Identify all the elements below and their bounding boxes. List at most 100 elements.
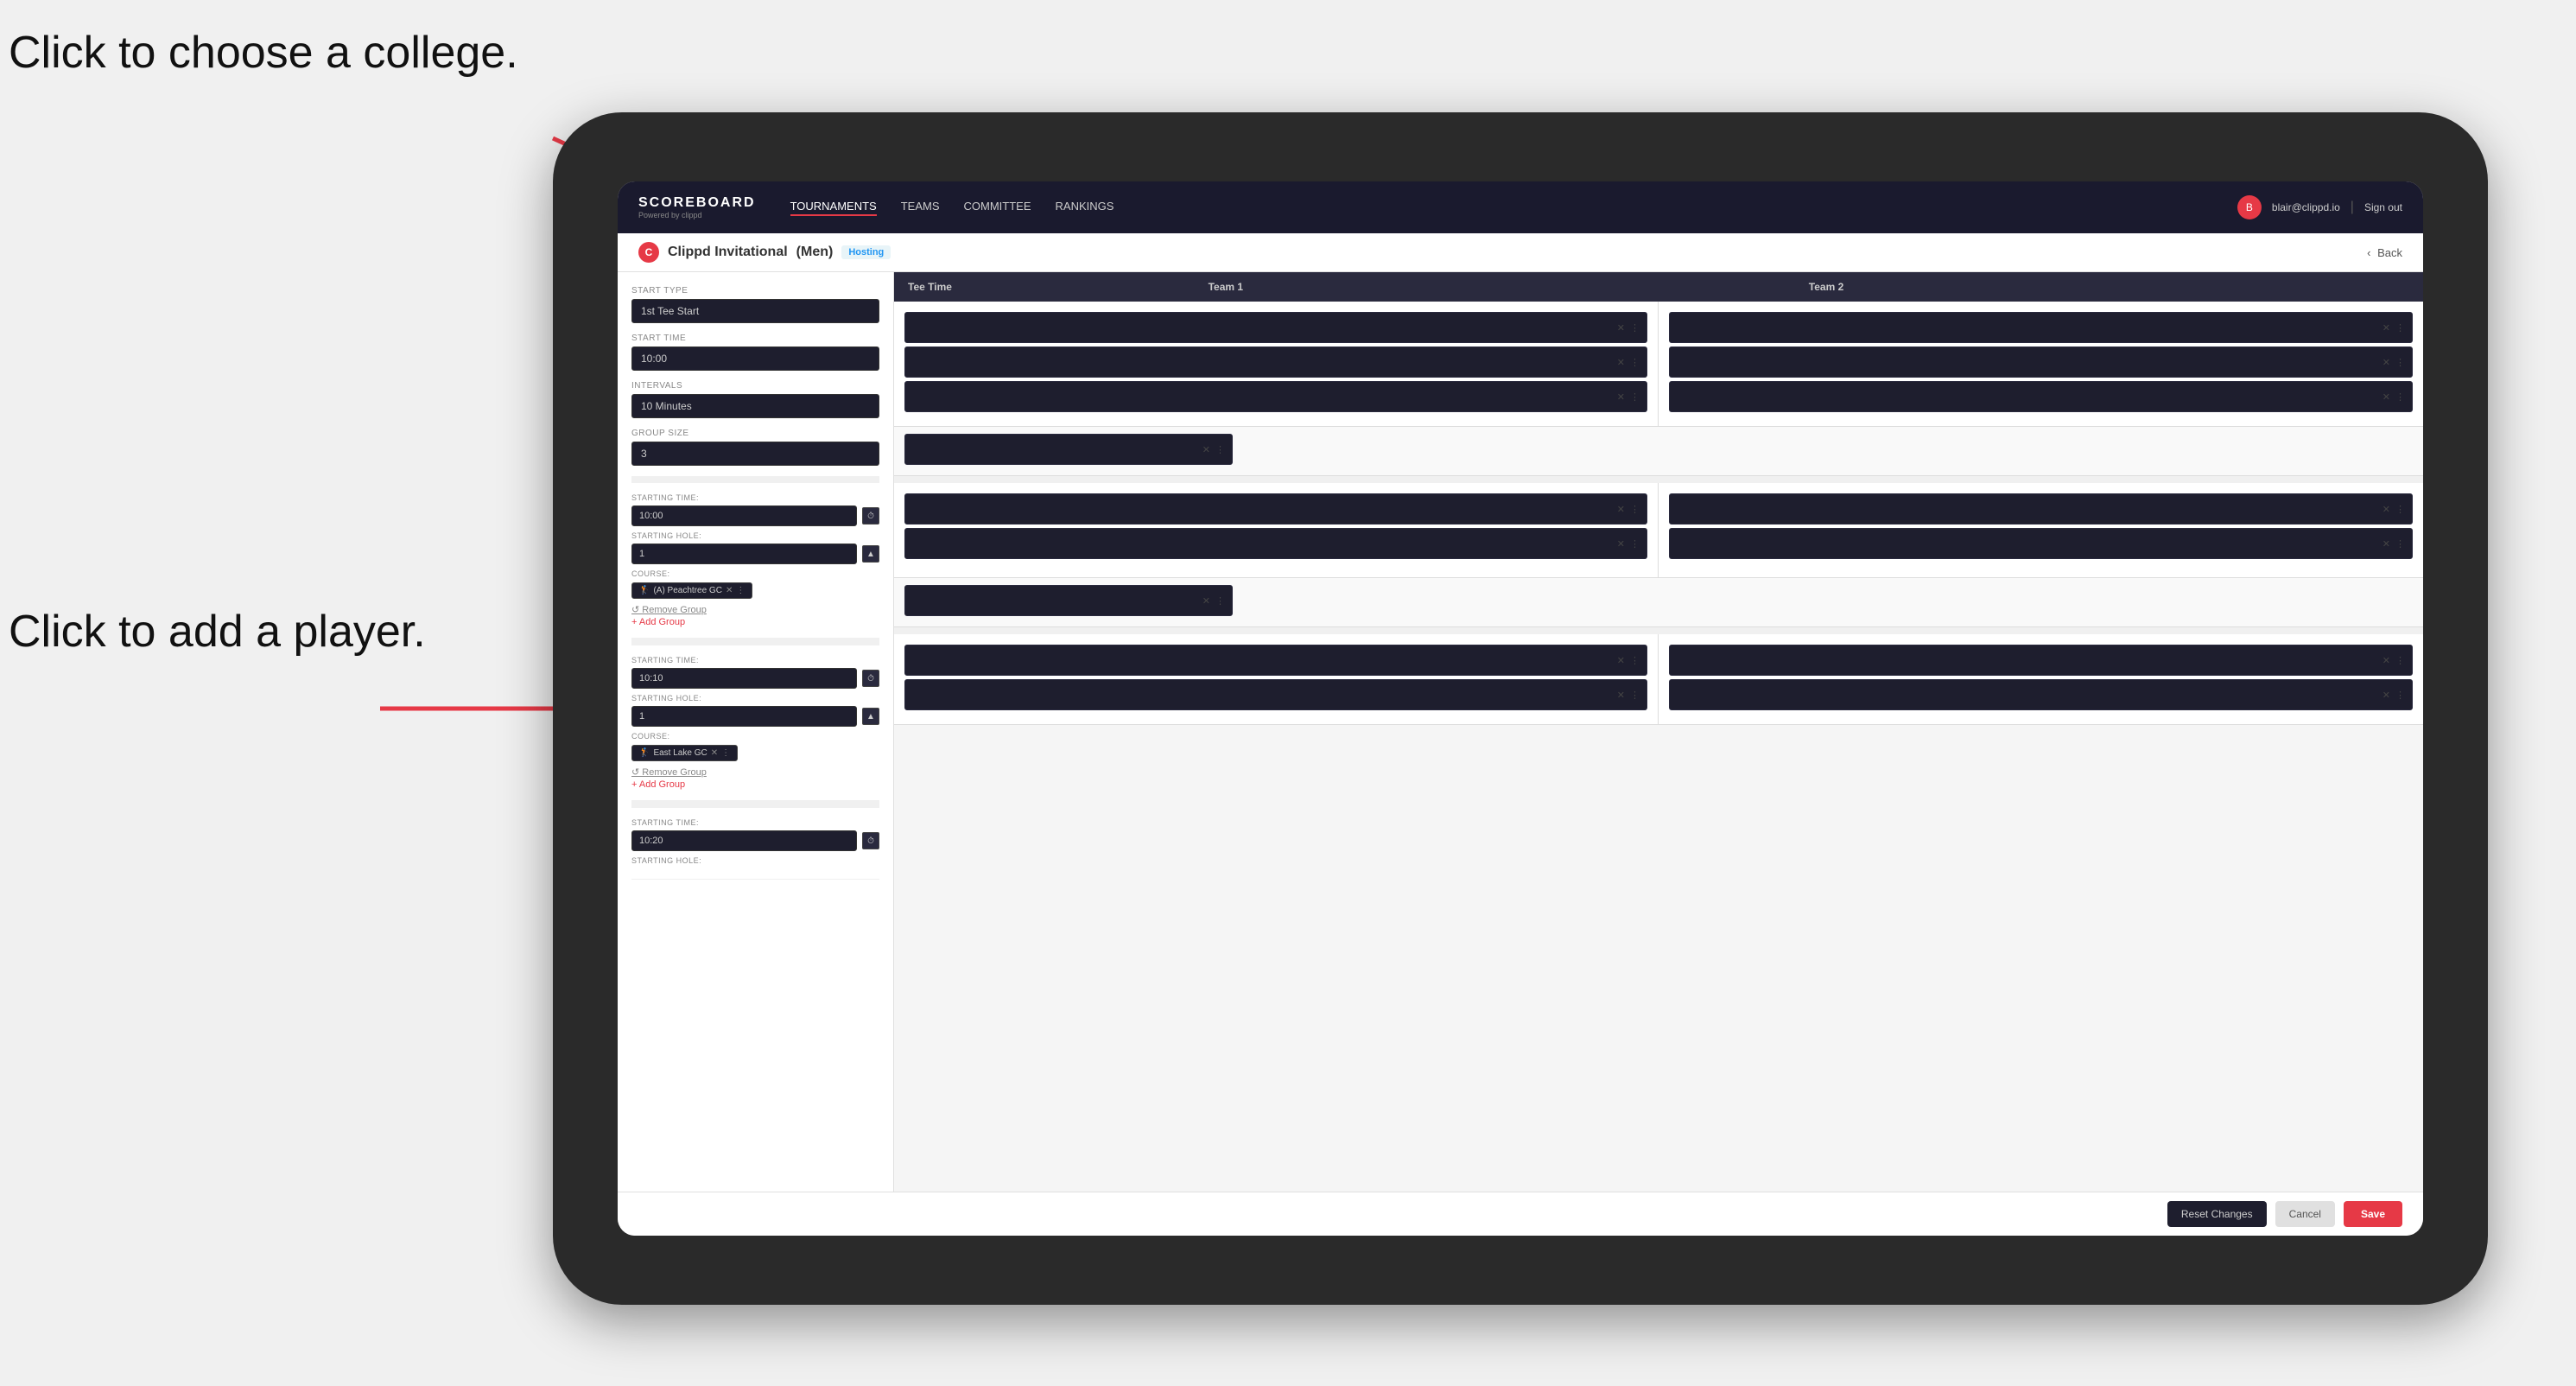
remove-group-btn-1[interactable]: ↺ Remove Group (631, 604, 707, 615)
player-slot-t2r3s2[interactable]: ✕ ⋮ (1669, 679, 2413, 710)
nav-tournaments[interactable]: TOURNAMENTS (790, 200, 877, 216)
hole-spin-up-1[interactable]: ▲ (862, 545, 879, 563)
player-slot-t2r1s1[interactable]: ✕ ⋮ (1669, 312, 2413, 343)
slot-x-icon-t2-1[interactable]: ✕ (2382, 322, 2390, 334)
tournament-name: Clippd Invitational (668, 245, 788, 260)
player-slot-t1r2s2[interactable]: ✕ ⋮ (904, 528, 1647, 559)
cancel-button[interactable]: Cancel (2275, 1201, 2335, 1227)
remove-group-btn-2[interactable]: ↺ Remove Group (631, 766, 707, 778)
starting-time-input-2[interactable] (631, 668, 857, 689)
player-slot-t2r2s2[interactable]: ✕ ⋮ (1669, 528, 2413, 559)
nav-teams[interactable]: TEAMS (901, 200, 940, 216)
col-team1: Team 1 (1209, 281, 1809, 293)
tablet-screen: SCOREBOARD Powered by clippd TOURNAMENTS… (618, 181, 2423, 1236)
intervals-label: Intervals (631, 381, 879, 391)
player-slot-t1r1s1[interactable]: ✕ ⋮ (904, 312, 1647, 343)
player-slot-t1r2s1[interactable]: ✕ ⋮ (904, 493, 1647, 525)
player-slot-t1r3s2[interactable]: ✕ ⋮ (904, 679, 1647, 710)
slot-x-t2r2-2[interactable]: ✕ (2382, 538, 2390, 550)
save-button[interactable]: Save (2344, 1201, 2402, 1227)
slot-x-t2r3-2[interactable]: ✕ (2382, 690, 2390, 701)
player-slot-t2r2s1[interactable]: ✕ ⋮ (1669, 493, 2413, 525)
back-button[interactable]: ‹ Back (2367, 246, 2402, 259)
starting-time-input-1[interactable] (631, 505, 857, 526)
slot-x-t2r3-1[interactable]: ✕ (2382, 655, 2390, 666)
slot-dots-r3-1[interactable]: ⋮ (1630, 655, 1640, 666)
slot-dots-icon-t2-3[interactable]: ⋮ (2395, 391, 2405, 403)
group-size-label: Group Size (631, 429, 879, 438)
course-slot-dots-1[interactable]: ⋮ (1215, 444, 1225, 455)
intervals-select[interactable]: 10 Minutes (631, 394, 879, 418)
course-slot-x-2[interactable]: ✕ (1202, 595, 1210, 607)
course-tag-2[interactable]: 🏌 East Lake GC ✕ ⋮ (631, 745, 738, 761)
slot-dots-icon-t2-1[interactable]: ⋮ (2395, 322, 2405, 334)
group-size-input[interactable] (631, 442, 879, 466)
slot-x-r3-2[interactable]: ✕ (1617, 690, 1625, 701)
slot-x-r2-1[interactable]: ✕ (1617, 504, 1625, 515)
slot-x-r2-2[interactable]: ✕ (1617, 538, 1625, 550)
slot-dots-icon-2[interactable]: ⋮ (1630, 357, 1640, 368)
player-slot-t1r1s2[interactable]: ✕ ⋮ (904, 346, 1647, 378)
reset-changes-button[interactable]: Reset Changes (2167, 1201, 2267, 1227)
time-spin-btn-3[interactable]: ⏱ (862, 832, 879, 849)
player-slot-t1r1s3[interactable]: ✕ ⋮ (904, 381, 1647, 412)
slot-x-icon-t2-2[interactable]: ✕ (2382, 357, 2390, 368)
start-type-select[interactable]: 1st Tee Start (631, 299, 879, 323)
starting-hole-input-2[interactable] (631, 706, 857, 727)
slot-dots-r3-2[interactable]: ⋮ (1630, 690, 1640, 701)
course-tag-1[interactable]: 🏌 (A) Peachtree GC ✕ ⋮ (631, 582, 752, 599)
slot-dots-r2-2[interactable]: ⋮ (1630, 538, 1640, 550)
slot-dots-t2r3-1[interactable]: ⋮ (2395, 655, 2405, 666)
course-slot-2[interactable]: ✕ ⋮ (904, 585, 1233, 616)
slot-dots-icon-3[interactable]: ⋮ (1630, 391, 1640, 403)
slot-x-icon-2[interactable]: ✕ (1617, 357, 1625, 368)
course-slot-1[interactable]: ✕ ⋮ (904, 434, 1233, 465)
slot-dots-icon[interactable]: ⋮ (1630, 322, 1640, 334)
starting-hole-label-2: STARTING HOLE: (631, 694, 879, 703)
slot-x-t2r2-1[interactable]: ✕ (2382, 504, 2390, 515)
slot-dots-t2r3-2[interactable]: ⋮ (2395, 690, 2405, 701)
player-slot-t2r3s1[interactable]: ✕ ⋮ (1669, 645, 2413, 676)
user-avatar: B (2237, 195, 2262, 219)
slot-x-icon-t2-3[interactable]: ✕ (2382, 391, 2390, 403)
course-slot-x-1[interactable]: ✕ (1202, 444, 1210, 455)
slot-dots-r2-1[interactable]: ⋮ (1630, 504, 1640, 515)
time-spin-btn-1[interactable]: ⏱ (862, 507, 879, 525)
course-tag-edit-1[interactable]: ⋮ (736, 586, 745, 595)
add-group-btn-1[interactable]: + Add Group (631, 617, 685, 627)
slot-x-r3-1[interactable]: ✕ (1617, 655, 1625, 666)
schedule-header: Tee Time Team 1 Team 2 (894, 272, 2423, 302)
slot-x-icon[interactable]: ✕ (1617, 322, 1625, 334)
hole-spin-up-2[interactable]: ▲ (862, 708, 879, 725)
slot-dots-t2r2-2[interactable]: ⋮ (2395, 538, 2405, 550)
course-tag-remove-2[interactable]: ✕ (711, 748, 718, 758)
nav-rankings[interactable]: RANKINGS (1056, 200, 1114, 216)
start-type-field: Start Type 1st Tee Start (631, 286, 879, 323)
slot-x-icon-3[interactable]: ✕ (1617, 391, 1625, 403)
sub-header: C Clippd Invitational (Men) Hosting ‹ Ba… (618, 233, 2423, 272)
slot-dots-icon-t2-2[interactable]: ⋮ (2395, 357, 2405, 368)
add-group-btn-2[interactable]: + Add Group (631, 779, 685, 790)
course-label-1: COURSE: (631, 569, 879, 578)
player-slot-t2r1s3[interactable]: ✕ ⋮ (1669, 381, 2413, 412)
annotation-add-player: Click to add a player. (9, 605, 426, 658)
starting-time-input-3[interactable] (631, 830, 857, 851)
course-tag-name-2: East Lake GC (653, 748, 707, 758)
start-time-input[interactable] (631, 346, 879, 371)
course-tag-edit-2[interactable]: ⋮ (721, 748, 730, 758)
tablet-frame: SCOREBOARD Powered by clippd TOURNAMENTS… (553, 112, 2488, 1305)
course-slot-dots-2[interactable]: ⋮ (1215, 595, 1225, 607)
player-slot-t1r3s1[interactable]: ✕ ⋮ (904, 645, 1647, 676)
group-1-section: STARTING TIME: ⏱ STARTING HOLE: ▲ COURSE… (631, 483, 879, 639)
sign-out-link[interactable]: Sign out (2364, 201, 2402, 213)
slot-dots-t2r2-1[interactable]: ⋮ (2395, 504, 2405, 515)
team2-row1: ✕ ⋮ ✕ ⋮ ✕ ⋮ (1659, 302, 2423, 426)
intervals-field: Intervals 10 Minutes (631, 381, 879, 418)
col-team2: Team 2 (1809, 281, 2409, 293)
group-2-section: STARTING TIME: ⏱ STARTING HOLE: ▲ COURSE… (631, 645, 879, 801)
starting-hole-input-1[interactable] (631, 544, 857, 564)
course-tag-remove-1[interactable]: ✕ (726, 586, 733, 595)
time-spin-btn-2[interactable]: ⏱ (862, 670, 879, 687)
nav-committee[interactable]: COMMITTEE (964, 200, 1031, 216)
player-slot-t2r1s2[interactable]: ✕ ⋮ (1669, 346, 2413, 378)
